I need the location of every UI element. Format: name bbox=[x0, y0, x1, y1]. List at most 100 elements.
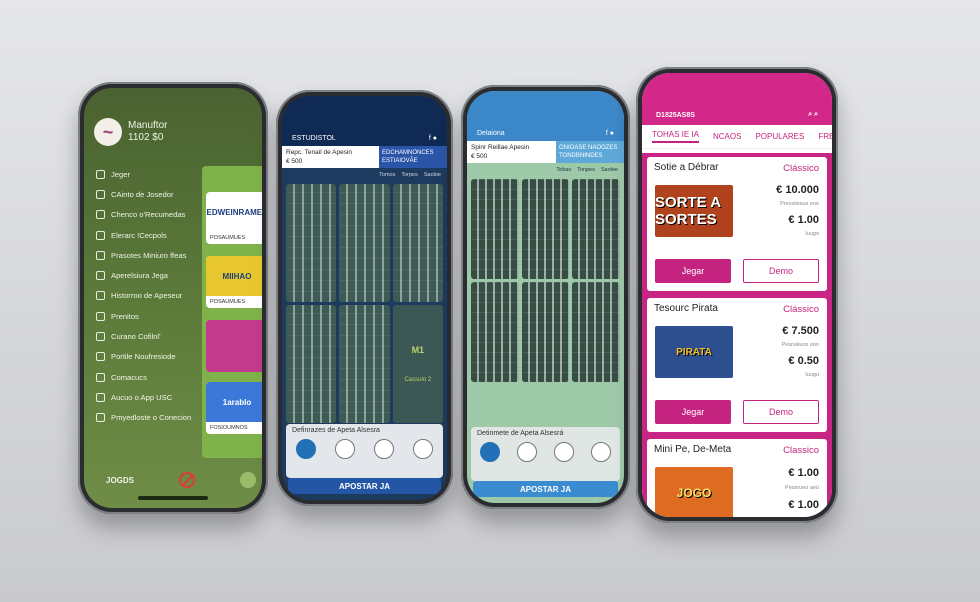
apostar-button[interactable]: APOSTAR JA bbox=[288, 478, 441, 494]
phone-3: Delaiona f ● Spinr Reillae Apesin € 500 … bbox=[461, 85, 630, 509]
side-menu: Jeger CAinto de Josedor Chenco o'Recumed… bbox=[96, 164, 208, 428]
phone-3-screen: Delaiona f ● Spinr Reillae Apesin € 500 … bbox=[467, 91, 624, 503]
chat-icon bbox=[96, 372, 105, 382]
ticket-tile[interactable] bbox=[392, 184, 443, 302]
game-card[interactable] bbox=[206, 320, 262, 372]
price-label: Iuugu bbox=[805, 372, 819, 378]
menu-item[interactable]: Portile Noufresiode bbox=[96, 347, 208, 367]
menu-item[interactable]: Aucuo o App USC bbox=[96, 387, 208, 407]
jogar-button[interactable]: Jegar bbox=[655, 259, 731, 283]
bet-title: Detinmete de Apeta Alsesrá bbox=[477, 430, 564, 437]
game-card: Mini Pe, De-Meta Classico JOGO € 1.00 Pe… bbox=[647, 439, 827, 517]
filter-item[interactable]: Tomos bbox=[379, 172, 395, 178]
app-header: D1825AS8S ⌕ ⌕ bbox=[642, 73, 832, 125]
filter-item[interactable]: Torpes bbox=[401, 172, 418, 178]
filter-item[interactable]: Saoloe bbox=[424, 172, 441, 178]
bet-option[interactable] bbox=[334, 439, 355, 459]
phone-2-screen: ESTUDISTOL f ● Repc. Tenail de Apesin € … bbox=[282, 96, 447, 500]
game-price: € 1.00 bbox=[788, 467, 819, 479]
promo-right: GNIOASE NAOOZES TONDBNINDES bbox=[556, 141, 624, 163]
star-icon bbox=[96, 210, 105, 220]
game-card[interactable]: MIIHAO POSAUMUES bbox=[206, 256, 262, 308]
tab[interactable]: TOHAS IE IA bbox=[652, 130, 699, 143]
account-icon bbox=[96, 189, 105, 199]
bet-title: Definrazes de Apeta Alsesra bbox=[292, 427, 380, 434]
bet-option[interactable] bbox=[554, 442, 575, 462]
game-category: Clássico bbox=[783, 163, 819, 174]
menu-item[interactable]: Elerarc !Cecpols bbox=[96, 225, 208, 245]
game-prize: € 7.500 bbox=[782, 325, 819, 337]
home-icon bbox=[96, 169, 105, 179]
bet-option[interactable] bbox=[413, 439, 434, 459]
jogar-button[interactable]: Jegar bbox=[655, 400, 731, 424]
menu-item[interactable]: Historroo de Apeseur bbox=[96, 286, 208, 306]
menu-item[interactable]: Prenitos bbox=[96, 306, 208, 326]
header-brand: D1825AS8S bbox=[656, 112, 695, 119]
game-card[interactable]: EDWEINRAMES POSAUMUES bbox=[206, 192, 262, 244]
game-price: € 1.00 bbox=[788, 214, 819, 226]
game-card: Tesourc Pirata Clássico PIRATA € 7.500 P… bbox=[647, 298, 827, 432]
social-icons[interactable]: f ● bbox=[429, 135, 437, 142]
promo-banner[interactable]: Repc. Tenail de Apesin € 500 EDCHAMNONCE… bbox=[282, 146, 447, 168]
tab[interactable]: NCAOS bbox=[713, 132, 741, 141]
filter-item[interactable]: Tebas bbox=[556, 167, 571, 173]
phone-4-screen: D1825AS8S ⌕ ⌕ TOHAS IE IA NCAOS POPULARE… bbox=[642, 73, 832, 517]
menu-item[interactable]: Curano Cofilnl' bbox=[96, 326, 208, 346]
game-category: Clássico bbox=[783, 304, 819, 315]
ticket-tile[interactable] bbox=[572, 282, 620, 382]
user-header[interactable]: ~ Manuftor 1102 $0 bbox=[94, 118, 167, 146]
filter-item[interactable]: Tonpes bbox=[577, 167, 595, 173]
settings-icon bbox=[96, 413, 105, 423]
prize-icon bbox=[96, 250, 105, 260]
phone-4: D1825AS8S ⌕ ⌕ TOHAS IE IA NCAOS POPULARE… bbox=[636, 67, 838, 523]
ticket-tile[interactable] bbox=[339, 184, 390, 302]
tab[interactable]: FRECUENCIAS bbox=[818, 132, 832, 141]
apostar-button[interactable]: APOSTAR JA bbox=[473, 481, 618, 497]
header-brand: Delaiona bbox=[477, 130, 505, 137]
demo-button[interactable]: Demo bbox=[743, 400, 819, 424]
menu-item[interactable]: Prasotes Miniuro ffeas bbox=[96, 245, 208, 265]
home-indicator bbox=[138, 496, 208, 500]
ticket-tile-highlight[interactable]: M1 Cassulo 2 bbox=[392, 305, 443, 423]
game-price-2: € 1.00 bbox=[788, 499, 819, 511]
bet-option[interactable] bbox=[591, 442, 612, 462]
game-category: Classico bbox=[783, 445, 819, 456]
ticket-tile[interactable] bbox=[471, 282, 519, 382]
menu-item[interactable]: Comacucs bbox=[96, 367, 208, 387]
game-thumbnail: PIRATA bbox=[655, 326, 733, 378]
social-icons[interactable]: f ● bbox=[606, 130, 614, 137]
bet-settings: Definrazes de Apeta Alsesra bbox=[286, 424, 443, 478]
ticket-tile[interactable] bbox=[572, 179, 620, 279]
tab[interactable]: POPULARES bbox=[755, 132, 804, 141]
bet-option[interactable] bbox=[295, 439, 316, 459]
ticket-tile[interactable] bbox=[521, 282, 570, 382]
menu-item[interactable]: Chenco o'Recumedas bbox=[96, 205, 208, 225]
menu-item[interactable]: Jeger bbox=[96, 164, 208, 184]
bet-option[interactable] bbox=[516, 442, 537, 462]
bet-option[interactable] bbox=[479, 442, 500, 462]
game-price: € 0.50 bbox=[788, 355, 819, 367]
ticket-tile[interactable] bbox=[521, 179, 570, 279]
menu-item[interactable]: Pmyedloste o Conecion bbox=[96, 408, 208, 428]
game-card[interactable]: 1arablo FOSIOUMNOS bbox=[206, 382, 262, 434]
trophy-icon bbox=[96, 311, 105, 321]
prize-label: Pressiiosus eoe bbox=[780, 201, 819, 207]
demo-button[interactable]: Demo bbox=[743, 259, 819, 283]
game-prize: € 10.000 bbox=[776, 184, 819, 196]
promo-banner[interactable]: Spinr Reillae Apesin € 500 GNIOASE NAOOZ… bbox=[467, 141, 624, 163]
menu-item[interactable]: Aperelsiura Jega bbox=[96, 265, 208, 285]
user-name: Manuftor bbox=[128, 120, 168, 131]
footer-brand: JOGDS bbox=[106, 475, 135, 485]
price-label: Iuugo bbox=[805, 231, 819, 237]
menu-item[interactable]: CAinto de Josedor bbox=[96, 184, 208, 204]
search-icon[interactable]: ⌕ ⌕ bbox=[808, 111, 818, 119]
app-header: Delaiona f ● bbox=[467, 91, 624, 141]
document-icon bbox=[96, 352, 105, 362]
filter-item[interactable]: Saolee bbox=[601, 167, 618, 173]
ticket-tile[interactable] bbox=[339, 305, 390, 423]
ticket-tile[interactable] bbox=[471, 179, 519, 279]
bet-option[interactable] bbox=[374, 439, 395, 459]
filter-bar: Tomos Torpes Saoloe bbox=[282, 168, 447, 182]
ticket-tile[interactable] bbox=[286, 305, 337, 423]
ticket-tile[interactable] bbox=[286, 184, 337, 302]
